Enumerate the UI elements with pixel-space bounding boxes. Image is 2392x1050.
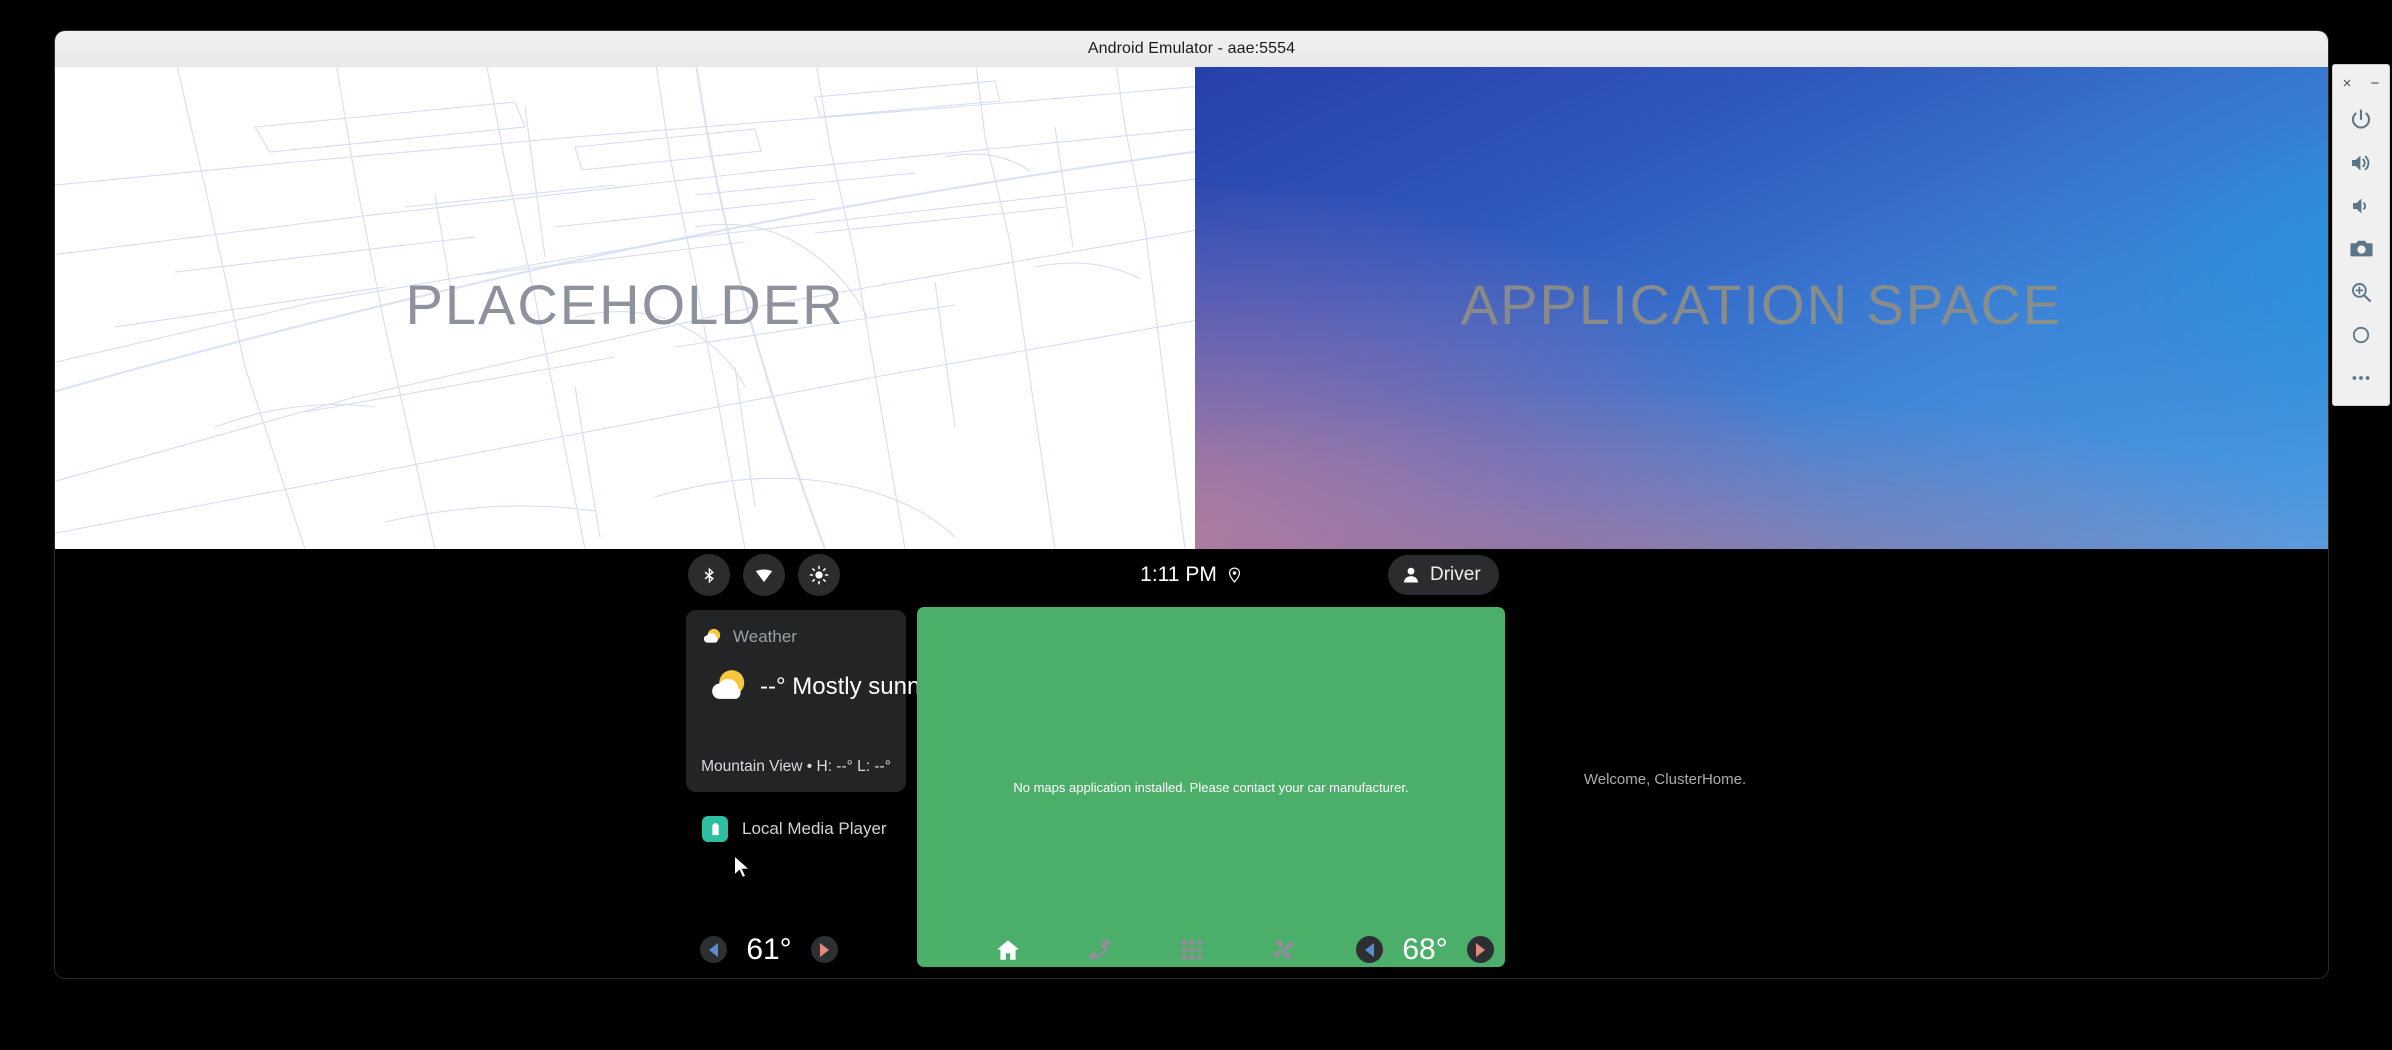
application-space-label: APPLICATION SPACE: [1460, 272, 2063, 336]
window-title: Android Emulator - aae:5554: [1087, 40, 1296, 57]
chevron-right-icon: [1476, 942, 1485, 957]
location-pin-icon: [1228, 567, 1240, 583]
nav-apps-button[interactable]: [1169, 927, 1215, 973]
nav-icon-group: [55, 927, 2328, 973]
weather-widget-title: Weather: [733, 627, 797, 646]
status-bar-right-group: Driver: [1388, 555, 1499, 595]
passenger-temp-value: 68°: [1402, 932, 1448, 966]
emulator-side-toolbar: × −: [2332, 64, 2390, 406]
camera-icon: [2349, 240, 2373, 257]
volume-up-icon: [2352, 155, 2370, 170]
passenger-temp-decrease-button[interactable]: [1356, 936, 1383, 963]
minimize-icon[interactable]: −: [2366, 74, 2384, 92]
emulator-power-button[interactable]: [2339, 98, 2383, 141]
window-titlebar: Android Emulator - aae:5554: [55, 31, 2328, 68]
emulator-window-controls: × −: [2333, 65, 2389, 98]
wifi-button[interactable]: [743, 554, 785, 596]
bluetooth-icon: [704, 567, 714, 583]
widget-column: Weather --° Mostly sunny Mountain View •…: [686, 610, 932, 842]
device-screen: PLACEHOLDER APPLICATION SPACE 1:11 PM Dr…: [55, 67, 2328, 978]
emulator-more-button[interactable]: [2339, 356, 2383, 399]
maps-unavailable-message: No maps application installed. Please co…: [1013, 779, 1409, 795]
emulator-screenshot-button[interactable]: [2339, 227, 2383, 270]
weather-condition-text: --° Mostly sunny: [760, 673, 933, 700]
brightness-icon: [809, 565, 829, 585]
maps-card[interactable]: No maps application installed. Please co…: [917, 607, 1505, 967]
power-icon: [2351, 109, 2371, 128]
partly-sunny-icon: [703, 628, 721, 643]
magnifier-plus-icon: [2352, 282, 2372, 302]
nav-climate-button[interactable]: [1261, 927, 1307, 973]
brightness-button[interactable]: [798, 554, 840, 596]
nav-dialer-button[interactable]: [1077, 927, 1123, 973]
wifi-icon: [755, 569, 773, 583]
status-bar-clock: 1:11 PM: [1140, 563, 1217, 586]
status-bar: 1:11 PM Driver: [55, 549, 2328, 601]
volume-down-icon: [2353, 198, 2367, 213]
map-placeholder-panel[interactable]: PLACEHOLDER: [55, 67, 1195, 549]
status-bar-left-group: [688, 554, 840, 596]
application-space-panel[interactable]: APPLICATION SPACE: [1195, 67, 2328, 549]
person-icon: [1404, 567, 1418, 583]
weather-location-hilo: Mountain View • H: --° L: --°: [701, 758, 891, 775]
weather-widget[interactable]: Weather --° Mostly sunny Mountain View •…: [686, 610, 932, 792]
car-home-ui: 1:11 PM Driver Weather --° Mostly sunny …: [55, 549, 2328, 978]
emulator-home-button[interactable]: [2339, 313, 2383, 356]
home-content-area: Weather --° Mostly sunny Mountain View •…: [55, 601, 2328, 967]
partly-sunny-icon: [712, 670, 745, 699]
bluetooth-button[interactable]: [688, 554, 730, 596]
more-horizontal-icon: [2352, 375, 2370, 380]
home-icon: [996, 939, 1019, 960]
screen-root: Android Emulator - aae:5554 PLACEHOLDER …: [0, 0, 2392, 1050]
weather-widget-main: --° Mostly sunny: [708, 667, 932, 707]
emulator-window: Android Emulator - aae:5554 PLACEHOLDER …: [55, 31, 2328, 978]
circle-icon: [2352, 326, 2370, 343]
cluster-welcome-message: Welcome, ClusterHome.: [1583, 771, 1747, 788]
fan-icon: [1273, 939, 1294, 960]
local-media-player-icon: [702, 816, 728, 842]
passenger-temp-increase-button[interactable]: [1467, 936, 1494, 963]
passenger-temperature-control: 68°: [1356, 933, 1494, 967]
emulator-volume-up-button[interactable]: [2339, 141, 2383, 184]
emulator-volume-down-button[interactable]: [2339, 184, 2383, 227]
upper-display-area: PLACEHOLDER APPLICATION SPACE: [55, 67, 2328, 549]
grid-apps-icon: [1181, 939, 1202, 960]
local-media-player-label: Local Media Player: [742, 819, 887, 838]
nav-home-button[interactable]: [985, 927, 1031, 973]
map-placeholder-label: PLACEHOLDER: [405, 272, 845, 336]
status-bar-center-group: 1:11 PM: [55, 563, 2328, 587]
emulator-zoom-button[interactable]: [2339, 270, 2383, 313]
user-profile-button[interactable]: Driver: [1388, 555, 1499, 595]
close-icon[interactable]: ×: [2338, 74, 2356, 92]
phone-icon: [1088, 938, 1110, 960]
user-profile-label: Driver: [1430, 564, 1481, 585]
chevron-left-icon: [1365, 942, 1374, 957]
weather-widget-header: Weather: [702, 627, 797, 647]
local-media-player-item[interactable]: Local Media Player: [686, 816, 906, 842]
bottom-nav-bar: 61° 68°: [55, 921, 2328, 978]
